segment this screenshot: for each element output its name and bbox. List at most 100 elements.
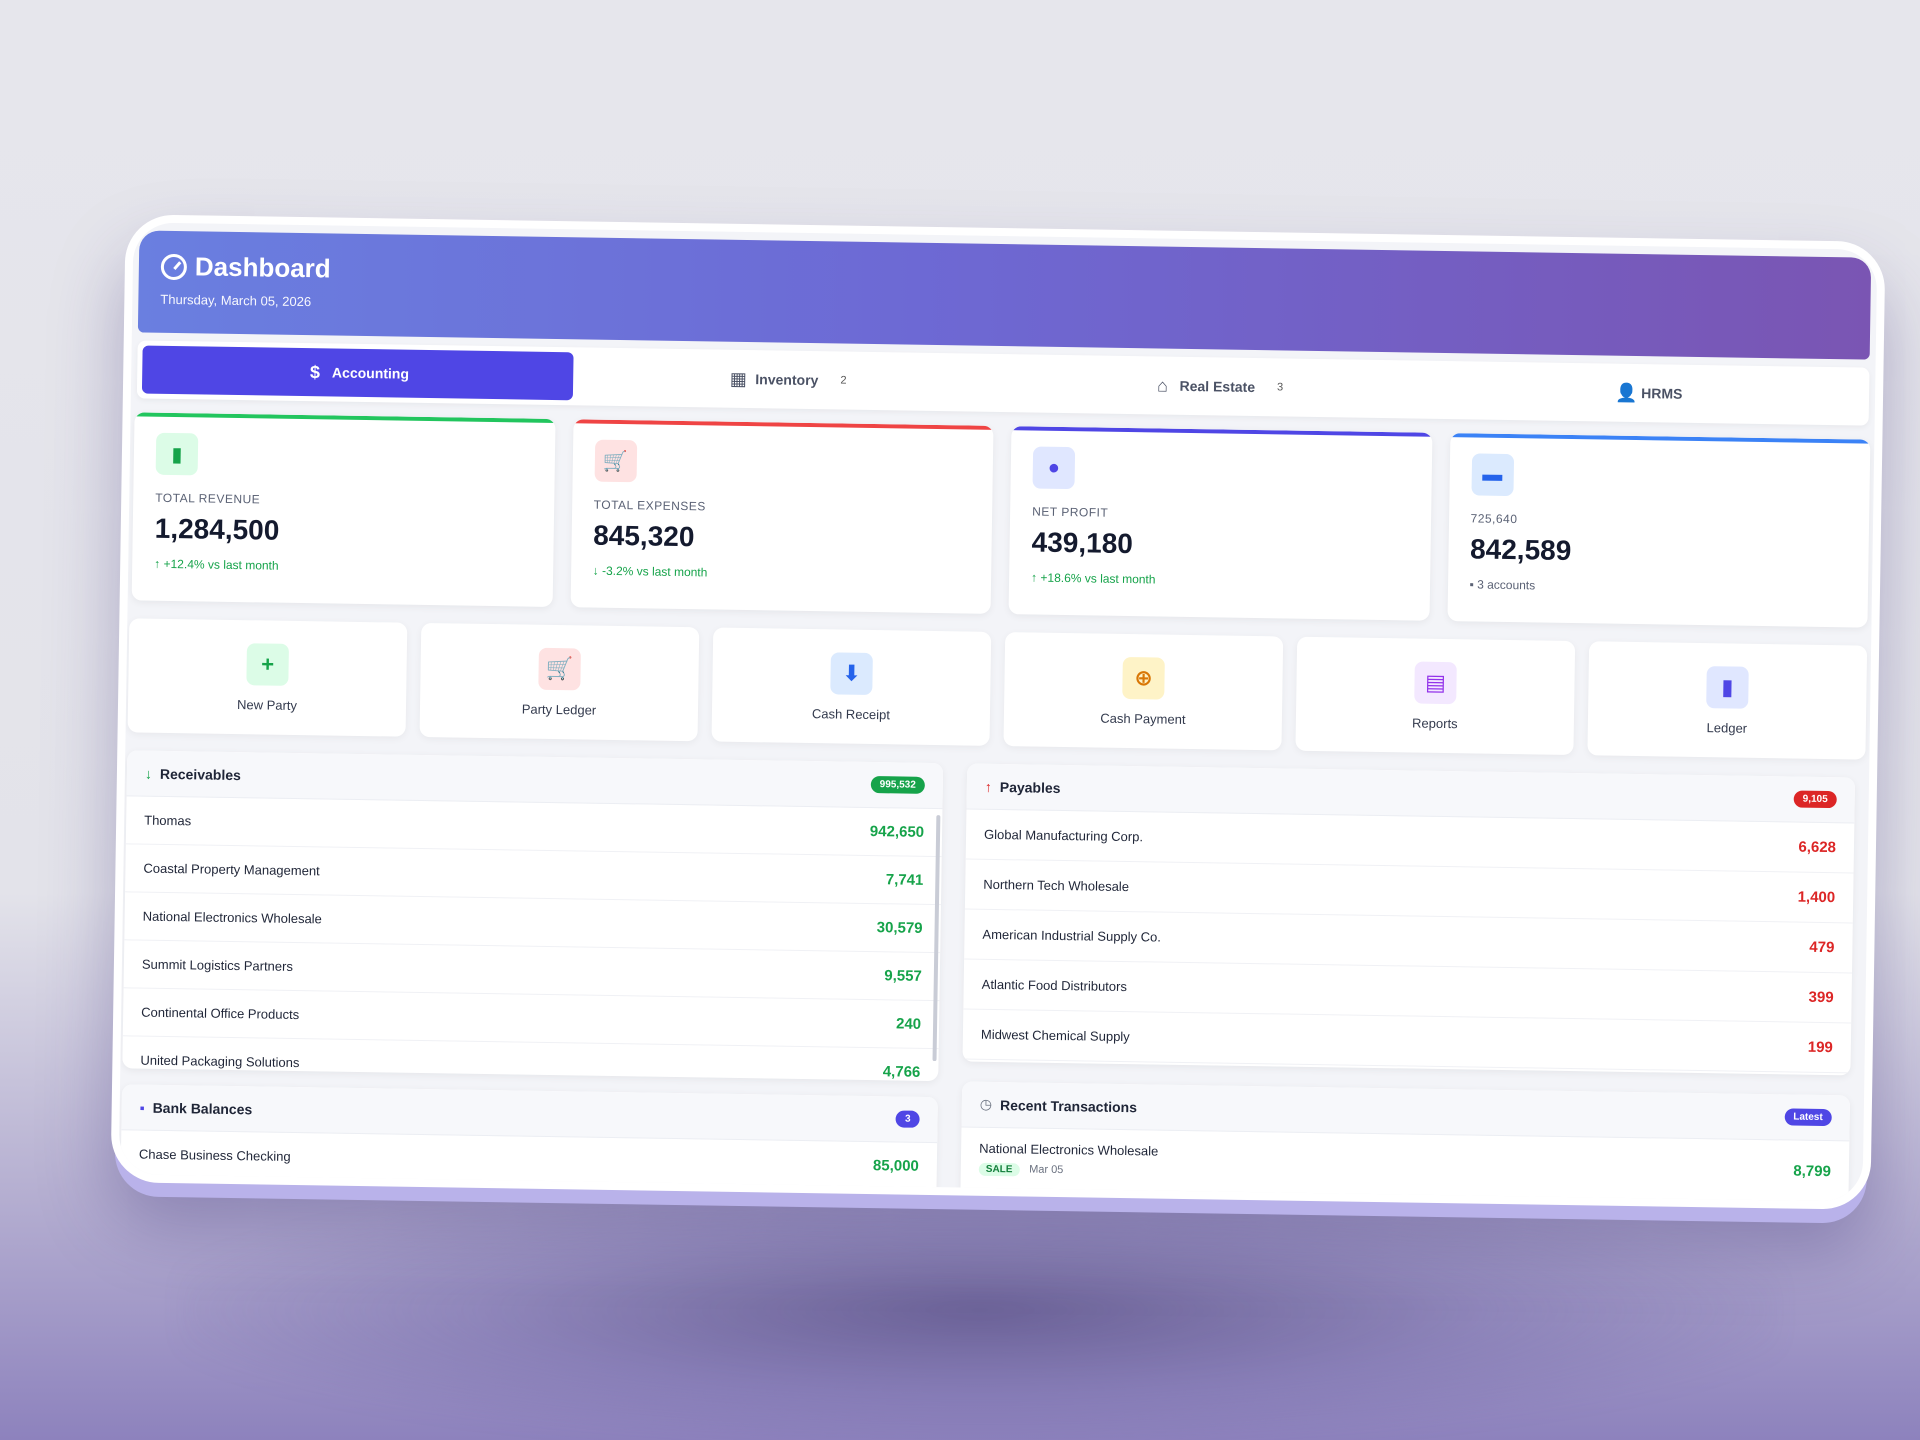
briefcase-icon: ▪ bbox=[1469, 577, 1474, 592]
transaction-date: Mar 05 bbox=[1029, 1163, 1064, 1177]
account-amount: 85,000 bbox=[872, 1157, 919, 1175]
party-amount: 942,650 bbox=[869, 823, 925, 841]
stat-card-total-revenue: ▮ TOTAL REVENUE 1,284,500 ↑ +12.4% vs la… bbox=[131, 412, 556, 607]
stat-label: NET PROFIT bbox=[1032, 504, 1109, 520]
stat-trend: ↑ +12.4% vs last month bbox=[154, 557, 531, 577]
party-name: Midwest Chemical Supply bbox=[980, 1026, 1130, 1045]
list-item[interactable]: National Electronics Wholesale SALE Mar … bbox=[960, 1127, 1850, 1204]
arrow-down-icon: ↓ bbox=[592, 563, 599, 578]
tab-real-estate[interactable]: ⌂ Real Estate 3 bbox=[1003, 359, 1434, 414]
party-amount: 30,579 bbox=[876, 919, 923, 937]
stat-trend-text: -3.2% vs last month bbox=[601, 563, 708, 580]
file-icon: ▤ bbox=[1414, 661, 1457, 704]
stat-trend-text: +18.6% vs last month bbox=[1040, 570, 1156, 587]
credit-card-icon: ▬ bbox=[1470, 453, 1514, 497]
recent-transactions-panel: ◷ Recent Transactions Latest National El… bbox=[959, 1081, 1851, 1210]
stat-card-total-expenses: 🛒 TOTAL EXPENSES 845,320 ↓ -3.2% vs last… bbox=[570, 419, 994, 614]
party-amount: 1,400 bbox=[1797, 888, 1836, 907]
stat-trend: ↓ -3.2% vs last month bbox=[593, 564, 970, 584]
action-label: Cash Payment bbox=[1100, 710, 1186, 727]
receivables-panel: ↓ Receivables 995,532 Thomas 942,650 Coas… bbox=[122, 750, 944, 1082]
tab-count: 2 bbox=[840, 374, 847, 387]
party-amount: 7,741 bbox=[885, 871, 924, 889]
stat-trend: ↑ +18.6% vs last month bbox=[1031, 571, 1408, 591]
panel-title: Bank Balances bbox=[152, 1099, 253, 1117]
party-amount: 9,557 bbox=[884, 967, 922, 985]
cash-payment-button[interactable]: ⊕ Cash Payment bbox=[1003, 632, 1284, 751]
arrow-up-icon: ↑ bbox=[154, 556, 161, 571]
stat-cards: ▮ TOTAL REVENUE 1,284,500 ↑ +12.4% vs la… bbox=[131, 412, 1871, 628]
panel-title: Payables bbox=[999, 778, 1061, 796]
cash-receipt-button[interactable]: ⬇ Cash Receipt bbox=[711, 627, 992, 746]
backdrop-glow bbox=[180, 1180, 1780, 1440]
coin-icon: ⊕ bbox=[1122, 656, 1165, 700]
stat-label: TOTAL EXPENSES bbox=[593, 497, 706, 514]
action-label: Party Ledger bbox=[521, 701, 597, 718]
transaction-amount: 8,799 bbox=[1793, 1162, 1832, 1181]
tab-label: Inventory bbox=[755, 371, 819, 389]
arrow-up-icon: ↑ bbox=[1031, 570, 1038, 585]
party-amount: 479 bbox=[1809, 938, 1835, 957]
count-badge: 3 bbox=[895, 1110, 920, 1128]
bar-chart-icon: ▮ bbox=[155, 432, 199, 476]
clock-icon: ◷ bbox=[979, 1095, 993, 1112]
cart-icon: 🛒 bbox=[538, 647, 581, 690]
stat-value: 845,320 bbox=[592, 519, 695, 553]
stat-card-bank: ▬ 725,640 842,589 ▪ 3 accounts bbox=[1446, 433, 1871, 628]
stat-value: 1,284,500 bbox=[154, 512, 280, 546]
transaction-meta: SALE Mar 05 bbox=[978, 1160, 1158, 1179]
tab-label: Accounting bbox=[331, 364, 410, 382]
cart-icon: 🛒 bbox=[594, 439, 637, 483]
page-title-text: Dashboard bbox=[194, 251, 331, 284]
new-party-button[interactable]: + New Party bbox=[127, 618, 408, 737]
party-name: Thomas bbox=[144, 812, 192, 829]
party-amount: 399 bbox=[1808, 988, 1834, 1007]
party-amount: 199 bbox=[1807, 1038, 1833, 1057]
plus-icon: + bbox=[246, 642, 289, 686]
total-badge: 9,105 bbox=[1793, 790, 1837, 809]
book-icon: ▮ bbox=[1706, 665, 1749, 709]
arrow-up-icon: ↑ bbox=[984, 778, 992, 795]
tab-hrms[interactable]: 👤 HRMS bbox=[1433, 366, 1864, 421]
dashboard-window: Dashboard Thursday, March 05, 2026 $ Acc… bbox=[110, 214, 1886, 1210]
grid-icon: ▦ bbox=[729, 368, 748, 389]
stat-value: 439,180 bbox=[1031, 526, 1134, 560]
tab-count: 3 bbox=[1276, 381, 1284, 394]
party-name: American Industrial Supply Co. bbox=[982, 926, 1162, 945]
party-name: Summit Logistics Partners bbox=[141, 956, 294, 974]
party-amount: 6,628 bbox=[1798, 838, 1837, 857]
stat-trend-text: +12.4% vs last month bbox=[163, 556, 279, 573]
dollar-icon: $ bbox=[309, 361, 321, 382]
party-amount: 240 bbox=[895, 1015, 922, 1033]
stat-value: 842,589 bbox=[1469, 533, 1572, 566]
tab-inventory[interactable]: ▦ Inventory 2 bbox=[572, 352, 1003, 407]
account-name: Chase Business Checking bbox=[138, 1146, 291, 1164]
action-label: Reports bbox=[1412, 715, 1458, 731]
action-label: Cash Receipt bbox=[811, 705, 891, 722]
stat-trend-text: 3 accounts bbox=[1477, 577, 1536, 593]
gauge-icon bbox=[160, 253, 188, 280]
arrow-down-icon: ↓ bbox=[144, 765, 153, 782]
party-name: Northern Tech Wholesale bbox=[983, 876, 1130, 895]
tab-label: Real Estate bbox=[1179, 377, 1256, 395]
stat-card-net-profit: ● NET PROFIT 439,180 ↑ +18.6% vs last mo… bbox=[1008, 426, 1432, 621]
party-name: Continental Office Products bbox=[141, 1004, 300, 1023]
stat-label: TOTAL REVENUE bbox=[155, 490, 261, 507]
transaction-party: National Electronics Wholesale bbox=[979, 1140, 1159, 1159]
total-badge: 995,532 bbox=[870, 776, 925, 794]
action-label: New Party bbox=[236, 696, 298, 713]
reports-button[interactable]: ▤ Reports bbox=[1295, 636, 1576, 756]
ledger-button[interactable]: ▮ Ledger bbox=[1587, 641, 1868, 760]
party-name: Global Manufacturing Corp. bbox=[983, 826, 1144, 845]
download-icon: ⬇ bbox=[830, 651, 873, 695]
panel-title: Receivables bbox=[159, 765, 242, 783]
tab-label: HRMS bbox=[1641, 385, 1683, 402]
home-icon: ⌂ bbox=[1156, 374, 1169, 396]
briefcase-icon: ▪ bbox=[139, 1099, 145, 1116]
transaction-info: National Electronics Wholesale SALE Mar … bbox=[978, 1140, 1159, 1179]
payables-panel: ↑ Payables 9,105 Global Manufacturing Co… bbox=[962, 763, 1856, 1076]
dashboard-header: Dashboard Thursday, March 05, 2026 bbox=[137, 230, 1872, 360]
party-ledger-button[interactable]: 🛒 Party Ledger bbox=[419, 622, 700, 742]
party-amount: 4,766 bbox=[882, 1063, 921, 1081]
tab-accounting[interactable]: $ Accounting bbox=[141, 345, 574, 401]
